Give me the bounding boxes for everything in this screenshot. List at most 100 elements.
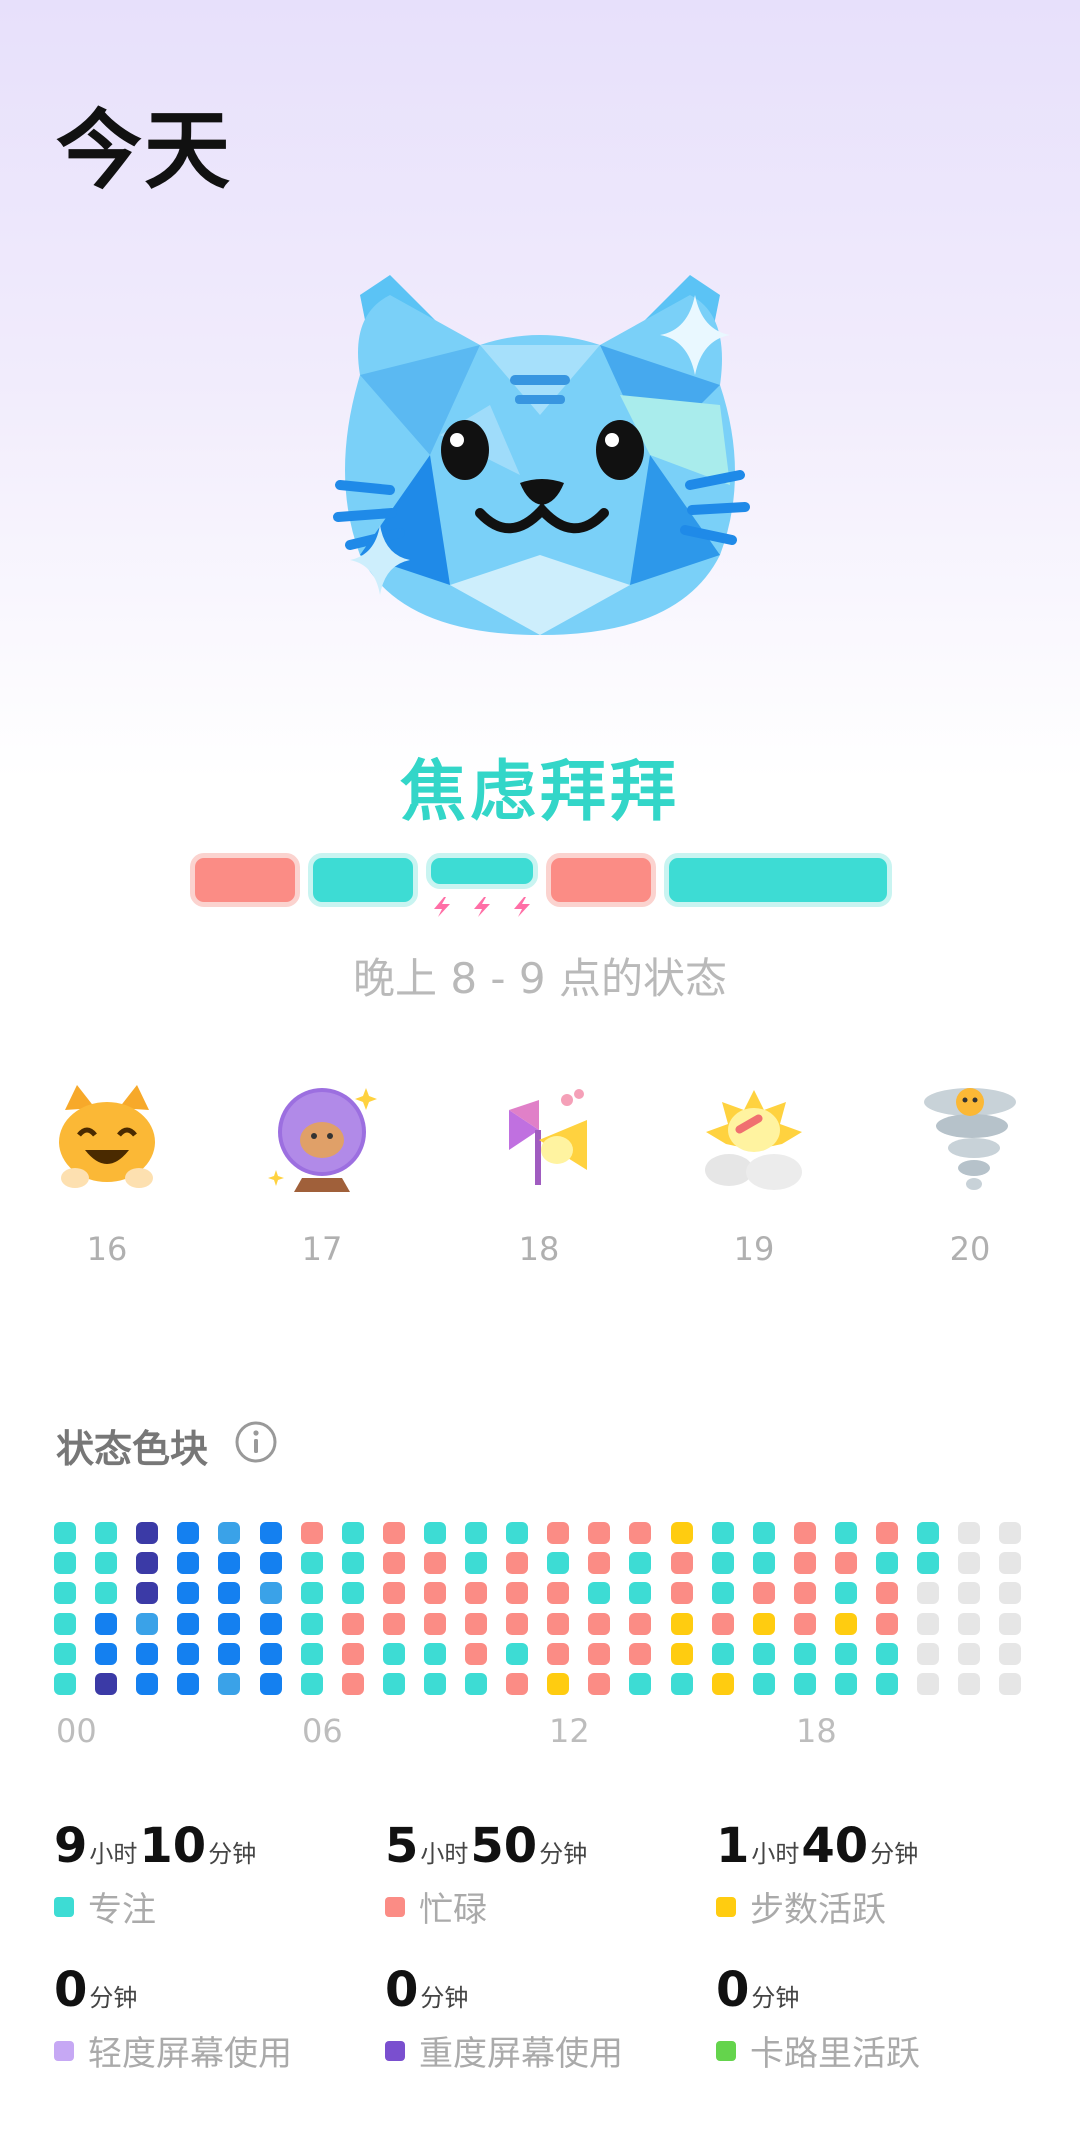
status-cell	[259, 1582, 282, 1605]
segment-caption: 晚上 8 - 9 点的状态	[352, 954, 727, 1003]
stat-label: 忙碌	[419, 1890, 487, 1930]
status-cell	[506, 1642, 529, 1665]
status-cell	[95, 1642, 118, 1665]
status-cell	[259, 1522, 282, 1544]
status-cell	[506, 1612, 529, 1635]
status-cell	[506, 1673, 529, 1695]
status-cell	[588, 1642, 611, 1665]
status-cell	[711, 1522, 734, 1544]
status-cell	[711, 1612, 734, 1635]
status-cell	[917, 1612, 940, 1635]
status-cell	[752, 1612, 775, 1635]
status-cell	[259, 1673, 282, 1695]
stat-label: 步数活跃	[750, 1890, 886, 1930]
status-cell	[547, 1552, 570, 1575]
status-cell	[136, 1612, 159, 1635]
segment-busy[interactable]	[190, 853, 300, 907]
status-cell	[506, 1552, 529, 1575]
day-item-18[interactable]: 18	[469, 1080, 609, 1268]
status-cell	[999, 1552, 1022, 1575]
status-cell	[629, 1642, 652, 1665]
stat-focus: 9小时10分钟 专注	[54, 1818, 374, 1931]
stat-label: 卡路里活跃	[750, 2034, 920, 2074]
status-cell	[917, 1673, 940, 1695]
tornado-cat-icon	[924, 1088, 1016, 1190]
time-tick: 18	[796, 1712, 837, 1750]
stat-label: 轻度屏幕使用	[88, 2034, 292, 2074]
status-cell	[752, 1642, 775, 1665]
status-cell	[711, 1673, 734, 1695]
status-cell	[136, 1582, 159, 1605]
status-cell	[300, 1552, 323, 1575]
sun-cloud-icon	[705, 1090, 802, 1190]
status-cell	[382, 1673, 405, 1695]
status-cell	[465, 1582, 487, 1605]
status-cell	[876, 1673, 898, 1695]
day-label: 16	[86, 1230, 128, 1268]
status-cell	[341, 1522, 364, 1544]
segment-focus-selected[interactable]	[426, 853, 538, 889]
status-cell	[54, 1582, 76, 1605]
status-cell	[423, 1673, 446, 1695]
status-cell	[218, 1582, 241, 1605]
status-cell	[465, 1522, 487, 1544]
day-item-16[interactable]: 16	[37, 1080, 177, 1268]
stat-hours-unit: 小时	[89, 1840, 138, 1868]
section-title: 状态色块	[56, 1427, 209, 1471]
status-cell	[629, 1552, 652, 1575]
status-cell	[588, 1582, 611, 1605]
day-label: 17	[301, 1230, 343, 1268]
status-cell	[547, 1642, 570, 1665]
status-cell	[341, 1582, 364, 1605]
info-icon[interactable]	[234, 1420, 278, 1464]
status-cell	[218, 1522, 241, 1544]
status-cell	[54, 1552, 76, 1575]
day-item-20[interactable]: 20	[900, 1080, 1040, 1268]
status-cell	[54, 1522, 76, 1544]
stat-minutes-unit: 分钟	[751, 1984, 800, 2012]
day-item-17[interactable]: 17	[252, 1080, 392, 1268]
status-cell	[999, 1612, 1022, 1635]
status-cell	[999, 1673, 1022, 1695]
stat-minutes: 0	[385, 1962, 419, 2018]
status-cell	[670, 1522, 693, 1544]
status-cell	[136, 1642, 159, 1665]
status-cell	[300, 1673, 323, 1695]
status-cell	[382, 1582, 405, 1605]
status-cell	[177, 1642, 200, 1665]
stat-minutes: 50	[470, 1818, 538, 1874]
status-cell	[218, 1612, 241, 1635]
stat-hours: 9	[54, 1818, 88, 1874]
status-cell	[876, 1642, 898, 1665]
status-cell	[177, 1612, 200, 1635]
stat-minutes-unit: 分钟	[420, 1984, 469, 2012]
time-tick: 12	[549, 1712, 590, 1750]
segment-busy[interactable]	[546, 853, 656, 907]
status-cell	[834, 1522, 857, 1544]
lightning-icon	[434, 897, 530, 917]
status-cell	[958, 1612, 981, 1635]
day-label: 20	[949, 1230, 991, 1268]
status-cell	[876, 1522, 898, 1544]
status-cell	[547, 1522, 570, 1544]
status-cell	[917, 1522, 940, 1544]
status-cell	[752, 1582, 775, 1605]
legend-swatch	[716, 2040, 736, 2061]
status-cell	[958, 1673, 981, 1695]
status-cell	[793, 1642, 816, 1665]
status-cell	[958, 1642, 981, 1665]
page-title: 今天	[56, 101, 232, 201]
legend-swatch	[716, 1896, 736, 1917]
day-item-19[interactable]: 19	[684, 1080, 824, 1268]
status-cell	[999, 1522, 1022, 1544]
segment-focus[interactable]	[308, 853, 418, 907]
status-cell	[711, 1552, 734, 1575]
status-cell	[300, 1612, 323, 1635]
status-cell	[465, 1673, 487, 1695]
status-cell	[382, 1612, 405, 1635]
status-cell	[670, 1552, 693, 1575]
segment-focus[interactable]	[664, 853, 892, 907]
stat-label: 专注	[88, 1890, 156, 1930]
status-cell	[958, 1552, 981, 1575]
status-cell	[999, 1642, 1022, 1665]
